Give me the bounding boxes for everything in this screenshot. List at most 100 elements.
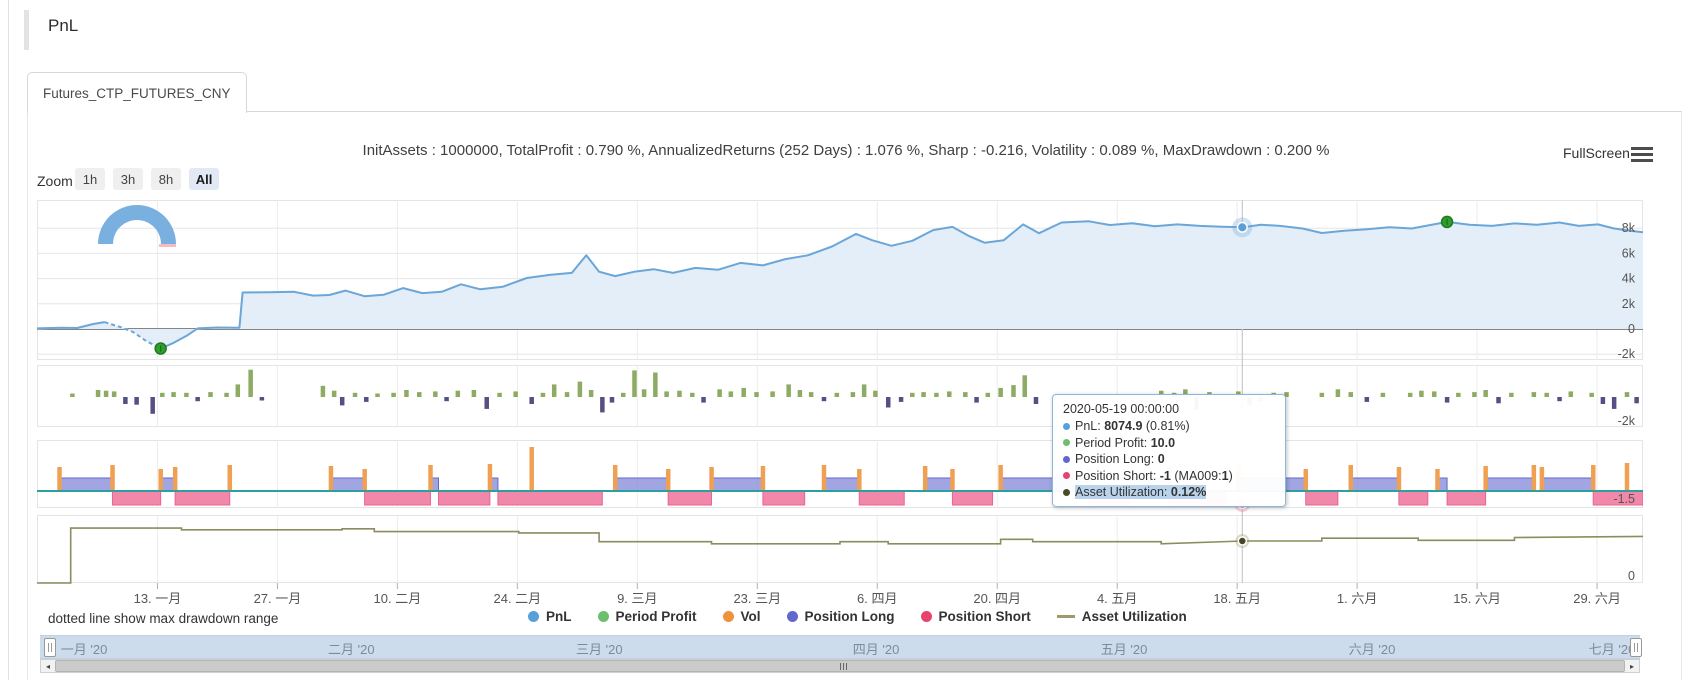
navigator-month-label: 七月 '20 [1588,642,1636,657]
profit-bar [850,392,856,397]
profit-bar [1011,385,1016,397]
profit-bar [808,392,814,397]
position-long-bar [330,477,366,492]
vol-spike [1303,469,1309,491]
profit-bar [641,389,647,397]
pnl-chart[interactable]: 8k6k4k2k0-2k-2k-1.50PnLProfitVol/Positio… [37,200,1643,610]
profit-bar [352,392,358,397]
y-axis-label: 2k [1622,297,1636,311]
scrollbar-grip [840,663,847,670]
profit-bar [797,390,803,397]
navigator-month-label: 四月 '20 [852,642,900,657]
navigator-right-handle[interactable] [1630,638,1642,657]
profit-bar [998,387,1003,397]
legend-item-position-long[interactable]: Position Long [786,609,895,624]
vol-spike [1539,467,1545,491]
profit-bar [1634,397,1639,404]
navigator-month-label: 三月 '20 [576,642,623,657]
profit-bar [339,397,345,406]
profit-bar [1483,390,1488,397]
profit-bar [123,397,128,404]
x-axis-label: 15. 六月 [1453,591,1501,606]
y-axis-label: 4k [1622,272,1636,286]
profit-bar [934,392,939,397]
vol-spike [821,465,827,491]
legend-item-asset-utilization[interactable]: Asset Utilization [1056,609,1187,624]
profit-bar [1496,397,1501,404]
profit-bar [195,397,200,402]
vol-spike [529,447,534,491]
profit-bar [873,390,878,397]
profit-bar [600,397,605,413]
vol-spike [665,469,671,491]
legend-label: Period Profit [615,609,697,624]
legend-dot-icon [597,611,609,622]
title-accent-bar [24,10,29,50]
range-navigator[interactable]: 一月 '20 二月 '20 三月 '20 四月 '20 五月 '20 六月 '20 七月 '… [40,635,1642,659]
x-axis-label: 23. 三月 [733,591,781,606]
legend-item-position-short[interactable]: Position Short [920,609,1031,624]
vol-spike [1531,465,1537,491]
utilization-hover-point [1237,536,1248,546]
profit-bar [786,384,791,397]
fullscreen-button[interactable]: FullScreen [1563,145,1630,161]
legend-item-vol[interactable]: Vol [722,609,761,624]
page-title: PnL [48,16,79,35]
profit-bar [821,397,827,402]
vol-spike [760,466,766,491]
position-short-bar [1305,490,1339,506]
menu-icon[interactable] [1631,147,1653,162]
profit-bar [455,390,461,397]
zoom-button-all[interactable]: All [189,168,219,190]
zoom-button-8h[interactable]: 8h [151,168,181,190]
position-short-bar [1398,490,1429,506]
x-axis-label: 20. 四月 [973,591,1021,606]
chart-tooltip: 2020-05-19 00:00:00 PnL: 8074.9 (0.81%) P… [1052,394,1286,507]
scrollbar-thumb[interactable] [55,660,1625,672]
profit-bar [1568,391,1574,397]
chart-scrollbar[interactable]: ◂ ▸ [40,659,1640,673]
scroll-left-arrow[interactable]: ◂ [41,660,55,672]
profit-bar [484,397,489,409]
vol-spike [110,465,115,491]
profit-bar [963,392,968,397]
legend-line-icon [1056,615,1075,618]
vol-spike [57,467,62,491]
profit-bar [754,392,759,397]
zoom-button-3h[interactable]: 3h [113,168,143,190]
legend-label: Vol [740,609,761,624]
navigator-left-handle[interactable] [44,638,56,657]
x-axis-label: 18. 五月 [1213,591,1261,606]
profit-bar [717,389,722,397]
legend-item-period-profit[interactable]: Period Profit [597,609,697,624]
tab-label: Futures_CTP_FUTURES_CNY [43,85,231,101]
profit-bar [1557,397,1562,402]
tooltip-row: Position Short: -1 (MA009:1) [1063,469,1275,483]
navigator-month-label: 六月 '20 [1348,642,1396,657]
profit-bar [529,397,534,404]
profit-bar [577,381,583,397]
vol-spike [172,467,178,491]
profit-bar [653,372,658,397]
vol-spike [158,469,163,491]
profit-bar [540,392,546,397]
legend-item-pnl[interactable]: PnL [528,609,572,624]
profit-bar [224,392,229,397]
profit-bar [1544,392,1549,397]
position-short-bar [762,490,806,506]
profit-bar [513,391,518,397]
tooltip-bullet-icon [1063,472,1070,479]
tab-futures-ctp[interactable]: Futures_CTP_FUTURES_CNY [27,72,247,113]
position-long-bar [924,477,953,492]
profit-bar [364,397,369,402]
profit-bar [1444,397,1450,403]
scroll-right-arrow[interactable]: ▸ [1625,660,1639,672]
position-short-bar [174,490,231,506]
x-axis-label: 29. 六月 [1573,591,1621,606]
profit-bar [690,392,695,397]
zoom-button-1h[interactable]: 1h [75,168,105,190]
y-axis-label: 6k [1622,246,1636,260]
profit-bar [70,393,75,397]
position-long-bar [1541,477,1594,492]
position-short-bar [667,490,713,506]
